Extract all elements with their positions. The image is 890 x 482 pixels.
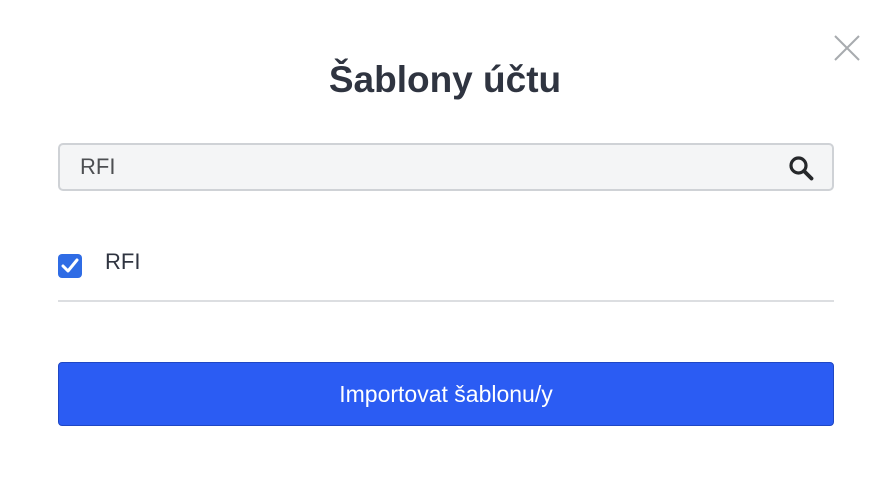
checkmark-icon: [61, 258, 79, 273]
search-box[interactable]: [58, 143, 834, 191]
template-list-item[interactable]: RFI: [58, 236, 834, 302]
import-templates-button[interactable]: Importovat šablonu/y: [58, 362, 834, 426]
template-checkbox[interactable]: [58, 254, 82, 278]
account-templates-dialog: Šablony účtu RFI Importovat šablonu/y: [0, 0, 890, 482]
search-input[interactable]: [80, 145, 770, 189]
dialog-title: Šablony účtu: [328, 59, 562, 100]
template-label: RFI: [105, 249, 141, 274]
search-icon[interactable]: [788, 155, 814, 181]
